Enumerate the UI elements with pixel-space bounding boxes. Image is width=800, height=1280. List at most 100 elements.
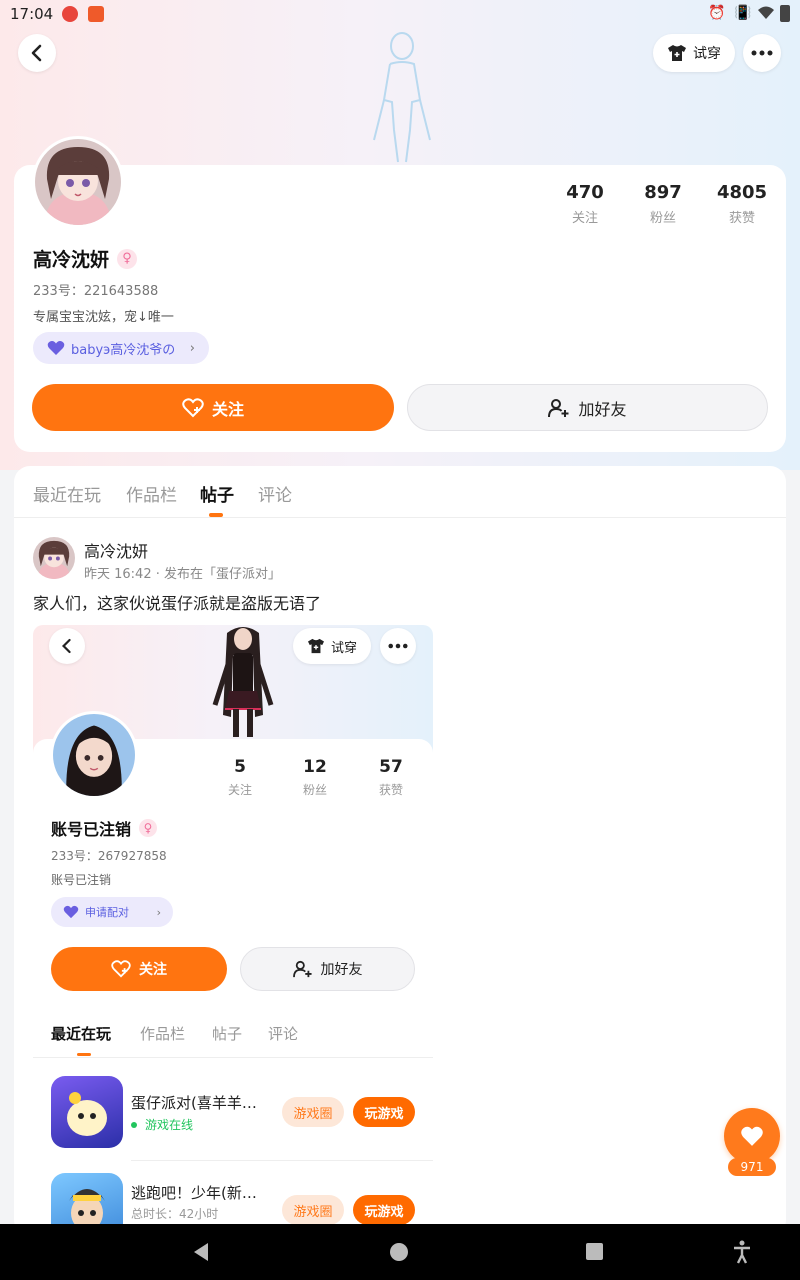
post-image-add-friend-button: 加好友 [240, 947, 415, 991]
more-dots-icon [388, 643, 408, 649]
try-on-label: 试穿 [693, 46, 721, 62]
game-title: 逃跑吧！少年(新… [131, 1184, 257, 1202]
post-author-name[interactable]: 高冷沈妍 [84, 538, 148, 562]
character-model-figure [212, 627, 274, 737]
stat-label: 获赞 [728, 211, 755, 226]
heart-icon [741, 1126, 763, 1146]
stat-value: 12 [303, 757, 327, 777]
profile-avatar[interactable] [32, 136, 124, 228]
accessibility-icon[interactable] [732, 1240, 752, 1264]
stat-label: 粉丝 [302, 783, 327, 797]
post-image-stat-fans: 12 粉丝 [275, 757, 355, 798]
alarm-icon: ⏰ [708, 5, 726, 21]
heart-plus-icon [111, 960, 131, 978]
back-arrow-icon [31, 44, 42, 62]
post-image-more-button [380, 628, 416, 664]
chevron-right-icon: › [189, 340, 195, 356]
game-sub-label: 游戏在线 [145, 1118, 194, 1132]
profile-id: 233号：221643588 [33, 284, 159, 299]
pair-chip[interactable]: babyэ高冷沈爷の › [33, 332, 209, 364]
back-arrow-icon [61, 638, 71, 654]
pair-chip-label: babyэ高冷沈爷の [71, 342, 176, 358]
game-online-status: 游戏在线 [131, 1116, 193, 1133]
post-image-back-button [49, 628, 85, 664]
follow-label: 关注 [211, 399, 244, 419]
game-divider [131, 1160, 433, 1161]
game-circle-button: 游戏圈 [282, 1097, 344, 1127]
tab-recently-played[interactable]: 最近在玩 [33, 481, 101, 506]
post-image-tab-works: 作品栏 [140, 1025, 186, 1043]
add-friend-label: 加好友 [578, 399, 627, 419]
add-friend-button[interactable]: 加好友 [407, 384, 768, 431]
stat-label: 获赞 [378, 783, 403, 797]
like-fab-button[interactable] [724, 1108, 780, 1164]
tab-divider [14, 517, 786, 518]
post-image-try-on-button: 试穿 [293, 628, 371, 664]
post-meta: 昨天 16:42 · 发布在「蛋仔派对」 [84, 567, 281, 582]
game-circle-button: 游戏圈 [282, 1195, 344, 1225]
post-text: 家人们，这家伙说蛋仔派就是盗版无语了 [33, 594, 322, 613]
tshirt-icon [668, 45, 686, 61]
tab-posts[interactable]: 帖子 [200, 481, 234, 506]
post-image-tab-indicator [77, 1053, 91, 1056]
play-game-button: 玩游戏 [353, 1195, 415, 1225]
profile-bio: 专属宝宝沈妶，宠↓唯一 [33, 310, 174, 325]
post-image-name: 账号已注销 [51, 820, 132, 839]
post-image-tab-comments: 评论 [268, 1025, 299, 1043]
battery-icon [780, 5, 790, 22]
post-image-tab-recently-played: 最近在玩 [51, 1025, 112, 1043]
purple-heart-icon [63, 905, 79, 919]
more-options-button[interactable] [743, 34, 781, 72]
female-gender-icon: ♀ [117, 248, 138, 269]
vibrate-icon: 📳 [734, 5, 752, 21]
chevron-right-icon: › [156, 905, 161, 919]
tshirt-icon [307, 638, 324, 654]
notification-app-icon [88, 6, 104, 22]
post-image-try-on-label: 试穿 [330, 640, 357, 656]
post-image-follow-label: 关注 [139, 962, 167, 978]
post-image[interactable]: 试穿 5 关注 12 粉丝 57 获赞 账号已注销 ♀ 233号：2679278… [33, 625, 433, 1225]
purple-heart-icon [47, 341, 65, 355]
status-bar: 17:04 ⏰ 📳 [0, 0, 800, 28]
nav-back-icon[interactable] [192, 1242, 210, 1262]
post-image-tab-divider [33, 1057, 433, 1058]
wifi-icon [758, 6, 774, 19]
game-title: 蛋仔派对(喜羊羊… [131, 1094, 257, 1112]
game-icon-escape [51, 1173, 123, 1225]
nav-home-icon[interactable] [390, 1243, 408, 1261]
tab-works[interactable]: 作品栏 [126, 481, 177, 506]
play-game-button: 玩游戏 [353, 1097, 415, 1127]
post-image-stat-following: 5 关注 [200, 757, 280, 798]
stat-label: 粉丝 [649, 211, 676, 226]
nav-recents-icon[interactable] [586, 1243, 603, 1260]
stat-value: 897 [644, 182, 682, 203]
stat-value: 5 [234, 757, 246, 777]
post-author-avatar[interactable] [33, 537, 75, 579]
stat-label: 关注 [227, 783, 252, 797]
follow-button[interactable]: 关注 [32, 384, 394, 431]
try-on-button[interactable]: 试穿 [653, 34, 735, 72]
post-image-add-friend-label: 加好友 [320, 962, 363, 978]
notification-app-icon [62, 6, 78, 22]
game-play-time: 总时长：42小时 [131, 1207, 219, 1221]
post-image-follow-button: 关注 [51, 947, 227, 991]
stat-value: 57 [379, 757, 403, 777]
girl-avatar-image [53, 714, 135, 796]
like-count: 971 [728, 1158, 776, 1176]
tab-comments[interactable]: 评论 [258, 481, 292, 506]
more-dots-icon [751, 50, 773, 56]
profile-name: 高冷沈妍 [33, 249, 110, 271]
status-time: 17:04 [10, 5, 54, 23]
profile-name-row: 高冷沈妍 ♀ [33, 245, 138, 272]
game-icon-eggy-party [51, 1076, 123, 1148]
back-button[interactable] [18, 34, 56, 72]
stat-fans[interactable]: 897 粉丝 [623, 182, 703, 226]
post-image-avatar [50, 711, 138, 799]
stat-following[interactable]: 470 关注 [545, 182, 625, 226]
anime-avatar-image [33, 537, 75, 579]
post-image-stat-likes: 57 获赞 [351, 757, 431, 798]
online-dot-icon [131, 1121, 137, 1128]
stat-label: 关注 [571, 211, 598, 226]
stat-likes[interactable]: 4805 获赞 [702, 182, 782, 226]
post-image-pair-label: 申请配对 [85, 906, 129, 919]
